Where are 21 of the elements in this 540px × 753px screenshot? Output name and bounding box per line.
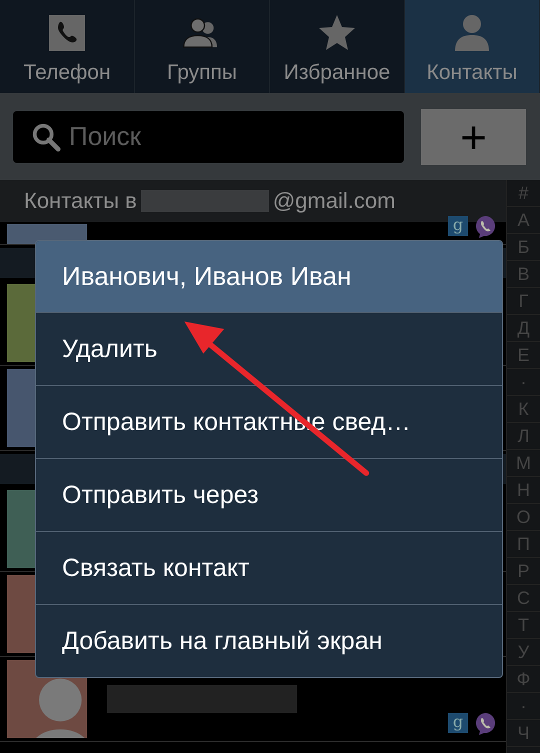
star-icon xyxy=(317,13,357,53)
menu-item[interactable]: Добавить на главный экран xyxy=(36,604,502,677)
index-letter[interactable]: · xyxy=(507,369,540,396)
index-letter[interactable]: # xyxy=(507,180,540,207)
phone-icon xyxy=(47,13,87,53)
menu-item[interactable]: Связать контакт xyxy=(36,531,502,604)
account-domain: @gmail.com xyxy=(272,188,396,214)
menu-item[interactable]: Отправить через xyxy=(36,458,502,531)
account-label: Контакты в xyxy=(24,188,137,214)
menu-title: Иванович, Иванов Иван xyxy=(36,241,502,312)
google-badge: g xyxy=(448,216,468,236)
viber-icon xyxy=(474,711,498,735)
tab[interactable]: Контакты xyxy=(405,0,540,93)
search-field[interactable]: Поиск xyxy=(13,110,404,162)
index-letter[interactable]: · xyxy=(507,693,540,720)
search-icon xyxy=(31,122,61,152)
add-button[interactable]: + xyxy=(421,108,526,164)
tab[interactable]: Телефон xyxy=(0,0,135,93)
viber-icon xyxy=(474,214,498,238)
person-icon xyxy=(452,13,492,53)
google-badge: g xyxy=(448,713,468,733)
